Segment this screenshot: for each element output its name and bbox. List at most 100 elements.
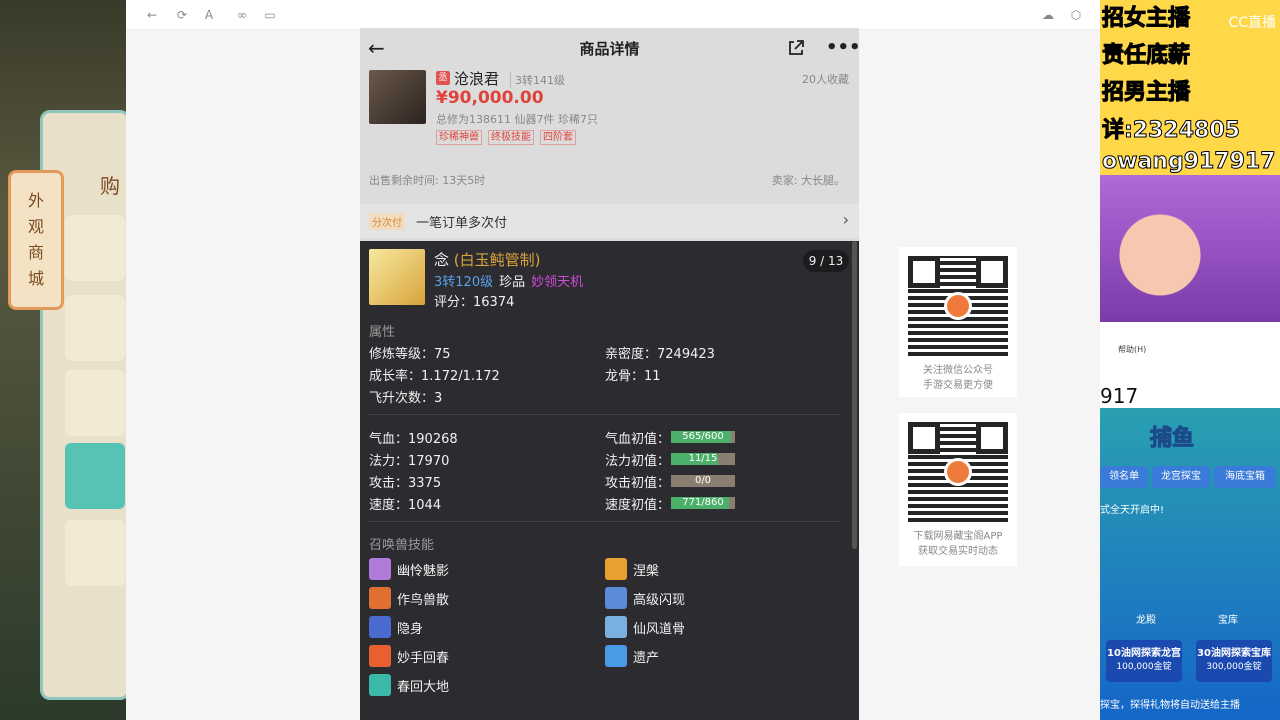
stat-value: 3375 bbox=[408, 476, 442, 491]
init-stat-label: 法力初值： bbox=[605, 454, 671, 469]
game-card[interactable]: 10油网探索龙宫 100,000金锭 bbox=[1106, 640, 1182, 682]
pet-name: 念 bbox=[434, 251, 450, 269]
stat-key: 法力： bbox=[369, 454, 409, 469]
pet-turn-level: 3转120级 bbox=[434, 275, 494, 290]
skill-icon bbox=[369, 616, 391, 638]
link-icon[interactable]: ∞ bbox=[234, 7, 250, 23]
game-card[interactable]: 30油网探索宝库 300,000金锭 bbox=[1196, 640, 1272, 682]
installment-row[interactable]: 分次付 一笔订单多次付 › bbox=[360, 204, 859, 238]
pet-title: (白玉鲀管制) bbox=[453, 251, 541, 269]
skill-name: 仙风道骨 bbox=[633, 621, 686, 637]
left-game-window: 购 外 观 商 城 bbox=[0, 0, 126, 720]
attr-item: 修炼等级：75 bbox=[369, 343, 451, 362]
product-summary[interactable]: 丞 沧浪君 3转141级 20人收藏 ¥90,000.00 总修为138611 … bbox=[360, 68, 859, 198]
scrollbar[interactable] bbox=[852, 241, 857, 549]
skill-icon bbox=[369, 674, 391, 696]
page-title: 商品详情 bbox=[579, 39, 640, 58]
skill-item[interactable]: 遗产 bbox=[605, 645, 659, 667]
attr-key: 成长率： bbox=[369, 369, 422, 384]
attr-value: 3 bbox=[434, 391, 443, 406]
attr-key: 亲密度： bbox=[605, 347, 658, 362]
sign-char: 观 bbox=[27, 217, 44, 236]
qr-caption: 手游交易更方便 bbox=[923, 380, 993, 391]
qr-caption: 关注微信公众号 bbox=[923, 365, 993, 376]
game-tab[interactable] bbox=[65, 520, 125, 586]
attr-key: 修炼等级： bbox=[369, 347, 435, 362]
attr-key: 飞升次数： bbox=[369, 391, 435, 406]
skill-name: 幽怜魅影 bbox=[397, 563, 450, 579]
skill-icon bbox=[605, 616, 627, 638]
price: ¥90,000.00 bbox=[436, 88, 544, 108]
ad-line: 详:2324805 bbox=[1102, 118, 1241, 144]
divider bbox=[369, 521, 841, 522]
init-stat-label: 气血初值： bbox=[605, 432, 671, 447]
skill-item[interactable]: 春回大地 bbox=[369, 674, 449, 696]
skill-icon bbox=[369, 587, 391, 609]
help-menu[interactable]: 帮助(H) bbox=[1118, 344, 1146, 355]
fishing-game-widget[interactable]: 捕鱼 领名单 龙宫探宝 海底宝箱 式全天开启中! 龙殿 宝库 10油网探索龙宫 1… bbox=[1100, 408, 1280, 720]
installment-label: 一笔订单多次付 bbox=[416, 216, 508, 231]
bar-text: 771/860 bbox=[682, 497, 724, 508]
stat-value: 1044 bbox=[408, 498, 442, 513]
sign-char: 城 bbox=[27, 269, 44, 288]
skill-name: 作鸟兽散 bbox=[397, 592, 450, 608]
skill-item[interactable]: 作鸟兽散 bbox=[369, 587, 449, 609]
installment-badge: 分次付 bbox=[369, 213, 405, 230]
cube-icon[interactable]: ⬡ bbox=[1068, 7, 1084, 23]
character-level: 3转141级 bbox=[510, 72, 565, 88]
more-icon[interactable]: ••• bbox=[826, 38, 859, 58]
refresh-icon[interactable]: ⟳ bbox=[174, 7, 190, 23]
share-icon[interactable] bbox=[786, 38, 806, 58]
window-icon[interactable]: ▭ bbox=[262, 7, 278, 23]
stat-value: 190268 bbox=[408, 432, 458, 447]
streamer-avatar bbox=[1100, 175, 1280, 325]
init-stat-bar: 0/0 bbox=[671, 475, 735, 487]
skill-item[interactable]: 涅槃 bbox=[605, 558, 659, 580]
tag: 终极技能 bbox=[488, 130, 534, 145]
cc-logo: CC直播 bbox=[1228, 15, 1276, 31]
character-name: 沧浪君 bbox=[454, 70, 500, 88]
qr-logo-icon bbox=[944, 458, 972, 486]
skills-title: 召唤兽技能 bbox=[369, 538, 435, 553]
attr-item: 飞升次数：3 bbox=[369, 387, 442, 406]
game-tab[interactable] bbox=[65, 370, 125, 436]
stat-key: 速度： bbox=[369, 498, 409, 513]
seller-name: 卖家: 大长腿。 bbox=[771, 174, 845, 187]
skill-item[interactable]: 隐身 bbox=[369, 616, 423, 638]
game-logo: 捕鱼 bbox=[1149, 426, 1195, 452]
character-thumbnail[interactable] bbox=[369, 70, 426, 124]
init-stat-bar: 11/15 bbox=[671, 453, 735, 465]
bar-text: 11/15 bbox=[688, 453, 718, 464]
skill-item[interactable]: 幽怜魅影 bbox=[369, 558, 449, 580]
game-button[interactable]: 海底宝箱 bbox=[1214, 466, 1276, 488]
attr-value: 75 bbox=[434, 347, 451, 362]
game-button[interactable]: 领名单 bbox=[1100, 466, 1148, 488]
top-bar: ← 商品详情 ••• bbox=[360, 28, 859, 68]
bar-text: 565/600 bbox=[682, 431, 724, 442]
game-tab[interactable] bbox=[65, 215, 125, 281]
font-icon[interactable]: A bbox=[201, 7, 217, 23]
skill-name: 妙手回春 bbox=[397, 650, 450, 666]
back-icon[interactable]: ← bbox=[368, 36, 392, 60]
app-qr-panel: 下载网易藏宝阁APP 获取交易实时动态 bbox=[899, 413, 1017, 566]
skill-item[interactable]: 仙风道骨 bbox=[605, 616, 685, 638]
back-arrow-icon[interactable]: ← bbox=[144, 7, 160, 23]
card-title: 10油网探索龙宫 bbox=[1107, 648, 1181, 659]
sign-char: 商 bbox=[27, 243, 44, 262]
skill-item[interactable]: 高级闪现 bbox=[605, 587, 685, 609]
attributes-title: 属性 bbox=[369, 325, 396, 340]
game-tab[interactable] bbox=[65, 295, 125, 361]
stat-item: 法力：17970 bbox=[369, 450, 449, 469]
favorite-count: 20人收藏 bbox=[802, 73, 849, 86]
game-label: 宝库 bbox=[1218, 615, 1238, 626]
qr-caption: 获取交易实时动态 bbox=[918, 546, 998, 557]
game-button[interactable]: 龙宫探宝 bbox=[1152, 466, 1210, 488]
phone-screen: ← 商品详情 ••• 丞 沧浪君 3转141级 20人收藏 ¥90,000.00… bbox=[360, 28, 859, 720]
pet-score: 评分：16374 bbox=[434, 295, 515, 310]
skill-item[interactable]: 妙手回春 bbox=[369, 645, 449, 667]
ad-line: 招女主播 bbox=[1101, 6, 1191, 32]
pet-special: 妙领天机 bbox=[531, 275, 584, 290]
shop-sign[interactable]: 外 观 商 城 bbox=[8, 170, 64, 310]
cloud-icon[interactable]: ☁ bbox=[1040, 7, 1056, 23]
game-tab-active[interactable] bbox=[65, 443, 125, 509]
